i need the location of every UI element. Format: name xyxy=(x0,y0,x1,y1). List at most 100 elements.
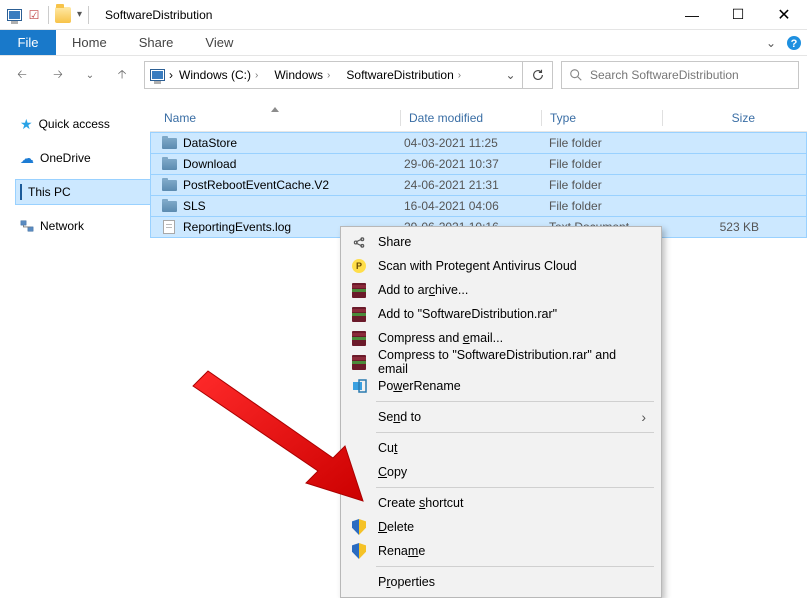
winrar-icon xyxy=(350,353,368,371)
address-dropdown-icon[interactable]: ⌄ xyxy=(498,62,522,88)
context-menu: Share P Scan with Protegent Antivirus Cl… xyxy=(340,226,662,598)
ctx-rename[interactable]: Rename xyxy=(344,539,658,563)
file-size: 523 KB xyxy=(671,220,767,234)
tab-share[interactable]: Share xyxy=(123,30,190,55)
protegent-icon: P xyxy=(350,257,368,275)
minimize-button[interactable]: — xyxy=(669,0,715,30)
ctx-delete[interactable]: Delete xyxy=(344,515,658,539)
separator xyxy=(376,401,654,402)
file-date: 24-06-2021 21:31 xyxy=(404,178,549,192)
ctx-properties[interactable]: Properties xyxy=(344,570,658,594)
network-icon xyxy=(20,219,34,233)
close-button[interactable]: ✕ xyxy=(761,0,807,30)
folder-icon xyxy=(159,201,179,212)
tab-home[interactable]: Home xyxy=(56,30,123,55)
file-type: File folder xyxy=(549,136,671,150)
file-name: PostRebootEventCache.V2 xyxy=(179,178,404,192)
sidebar-item-label: This PC xyxy=(28,185,71,199)
sidebar-item-label: OneDrive xyxy=(40,151,91,165)
maximize-button[interactable]: ☐ xyxy=(715,0,761,30)
pc-icon xyxy=(145,69,169,81)
ctx-label: Properties xyxy=(378,575,646,589)
file-tab[interactable]: File xyxy=(0,30,56,55)
search-box[interactable] xyxy=(561,61,799,89)
ctx-label: Share xyxy=(378,235,646,249)
ctx-scan[interactable]: P Scan with Protegent Antivirus Cloud xyxy=(344,254,658,278)
folder-icon xyxy=(55,7,71,23)
document-icon xyxy=(159,220,179,234)
ctx-label: Cut xyxy=(378,441,646,455)
winrar-icon xyxy=(350,305,368,323)
ctx-label: Create shortcut xyxy=(378,496,646,510)
qat-dropdown-icon[interactable]: ▾ xyxy=(77,9,82,20)
file-name: Download xyxy=(179,157,404,171)
window-title: SoftwareDistribution xyxy=(97,8,212,22)
separator xyxy=(376,566,654,567)
ctx-create-shortcut[interactable]: Create shortcut xyxy=(344,491,658,515)
titlebar: ☑ ▾ SoftwareDistribution — ☐ ✕ xyxy=(0,0,807,30)
column-type[interactable]: Type xyxy=(542,111,662,125)
file-row[interactable]: SLS16-04-2021 04:06File folder xyxy=(150,195,807,217)
pc-icon xyxy=(20,185,22,199)
ctx-share[interactable]: Share xyxy=(344,230,658,254)
ctx-label: Compress to "SoftwareDistribution.rar" a… xyxy=(378,348,646,376)
ctx-label: Rename xyxy=(378,544,646,558)
cloud-icon: ☁ xyxy=(20,150,34,167)
sidebar-item-network[interactable]: Network xyxy=(16,214,150,238)
recent-dropdown-icon[interactable]: ⌄ xyxy=(80,61,100,89)
ctx-label: Add to "SoftwareDistribution.rar" xyxy=(378,307,646,321)
svg-text:?: ? xyxy=(791,38,798,50)
file-row[interactable]: Download29-06-2021 10:37File folder xyxy=(150,153,807,175)
share-icon xyxy=(350,233,368,251)
crumb-windows[interactable]: Windows› xyxy=(268,62,340,88)
ctx-copy[interactable]: Copy xyxy=(344,460,658,484)
file-row[interactable]: DataStore04-03-2021 11:25File folder xyxy=(150,132,807,154)
column-name[interactable]: Name xyxy=(150,111,400,125)
sidebar-item-this-pc[interactable]: This PC xyxy=(16,180,150,204)
search-input[interactable] xyxy=(590,62,798,88)
help-icon[interactable]: ? xyxy=(781,30,807,55)
ribbon-expand-icon[interactable]: ⌄ xyxy=(761,30,781,55)
folder-icon xyxy=(159,138,179,149)
chevron-right-icon: › xyxy=(641,409,646,425)
ctx-powerrename[interactable]: PowerRename xyxy=(344,374,658,398)
ctx-compress-to-email[interactable]: Compress to "SoftwareDistribution.rar" a… xyxy=(344,350,658,374)
ctx-label: Add to archive... xyxy=(378,283,646,297)
ctx-label: Scan with Protegent Antivirus Cloud xyxy=(378,259,646,273)
separator xyxy=(88,6,89,24)
ctx-cut[interactable]: Cut xyxy=(344,436,658,460)
sidebar-item-label: Quick access xyxy=(39,117,110,131)
file-type: File folder xyxy=(549,157,671,171)
qat-properties-icon[interactable]: ☑ xyxy=(26,7,42,23)
file-name: SLS xyxy=(179,199,404,213)
separator xyxy=(376,487,654,488)
sidebar: ★ Quick access ☁ OneDrive This PC Networ… xyxy=(0,94,150,598)
back-button[interactable]: 🡠 xyxy=(8,61,36,89)
breadcrumb: › Windows (C:)› Windows› SoftwareDistrib… xyxy=(169,62,471,88)
column-size[interactable]: Size xyxy=(663,111,763,125)
file-row[interactable]: PostRebootEventCache.V224-06-2021 21:31F… xyxy=(150,174,807,196)
shield-icon xyxy=(350,542,368,560)
up-button[interactable]: 🡡 xyxy=(108,61,136,89)
column-headers: Name Date modified Type Size xyxy=(150,104,807,132)
address-bar[interactable]: › Windows (C:)› Windows› SoftwareDistrib… xyxy=(144,61,553,89)
crumb-softwaredistribution[interactable]: SoftwareDistribution› xyxy=(340,62,471,88)
ctx-add-to-rar[interactable]: Add to "SoftwareDistribution.rar" xyxy=(344,302,658,326)
column-date[interactable]: Date modified xyxy=(401,111,541,125)
separator xyxy=(376,432,654,433)
navigation-row: 🡠 🡢 ⌄ 🡡 › Windows (C:)› Windows› Softwar… xyxy=(0,56,807,94)
refresh-button[interactable] xyxy=(522,62,552,88)
shield-icon xyxy=(350,518,368,536)
sidebar-item-label: Network xyxy=(40,219,84,233)
sidebar-item-quick-access[interactable]: ★ Quick access xyxy=(16,112,150,136)
file-type: File folder xyxy=(549,199,671,213)
file-type: File folder xyxy=(549,178,671,192)
ctx-compress-email[interactable]: Compress and email... xyxy=(344,326,658,350)
tab-view[interactable]: View xyxy=(189,30,249,55)
ctx-add-archive[interactable]: Add to archive... xyxy=(344,278,658,302)
forward-button[interactable]: 🡢 xyxy=(44,61,72,89)
ctx-send-to[interactable]: Send to › xyxy=(344,405,658,429)
powerrename-icon xyxy=(350,377,368,395)
sidebar-item-onedrive[interactable]: ☁ OneDrive xyxy=(16,146,150,170)
crumb-drive[interactable]: Windows (C:)› xyxy=(173,62,268,88)
